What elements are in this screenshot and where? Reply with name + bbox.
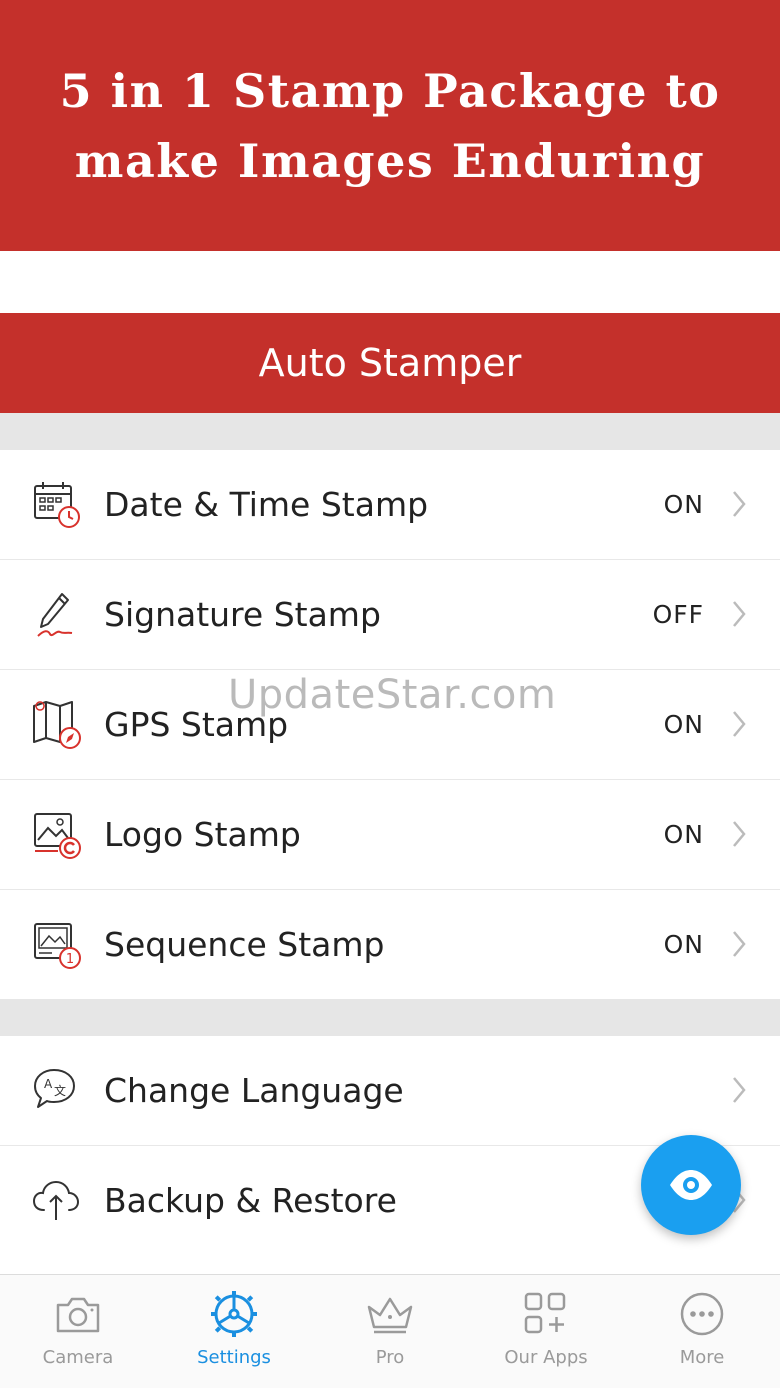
camera-icon — [56, 1297, 100, 1333]
svg-text:A: A — [44, 1077, 53, 1091]
image-copyright-icon — [34, 813, 81, 859]
chevron-right-icon — [733, 711, 746, 737]
apps-grid-icon — [524, 1292, 566, 1334]
chevron-right-icon — [733, 491, 746, 517]
tab-bar: Camera Settings Pro Our Apps More — [0, 1274, 780, 1388]
stamp-list: Date & Time Stamp ON Signature Stamp OFF… — [0, 450, 780, 999]
preview-button[interactable] — [641, 1135, 741, 1235]
tab-label: Pro — [375, 1347, 405, 1368]
svg-text:文: 文 — [54, 1083, 66, 1098]
chevron-right-icon — [733, 821, 746, 847]
nav-bar: Auto Stamper — [0, 313, 780, 413]
change-language-row[interactable]: A 文 Change Language — [0, 1036, 780, 1146]
stamp-status: ON — [663, 820, 704, 849]
tab-label: Settings — [197, 1347, 271, 1368]
settings-label: Change Language — [104, 1071, 404, 1110]
sequence-stamp-row[interactable]: 1 Sequence Stamp ON — [0, 890, 780, 999]
tab-camera[interactable]: Camera — [0, 1275, 156, 1388]
svg-text:1: 1 — [66, 952, 74, 967]
chevron-right-icon — [733, 931, 746, 957]
stamp-status: ON — [663, 710, 704, 739]
chevron-right-icon — [733, 1077, 746, 1103]
promo-banner: 5 in 1 Stamp Package to make Images Endu… — [0, 0, 780, 251]
chevron-right-icon — [733, 601, 746, 627]
promo-headline: 5 in 1 Stamp Package to make Images Endu… — [30, 56, 750, 196]
tab-label: Our Apps — [504, 1347, 588, 1368]
more-dots-icon — [680, 1292, 724, 1336]
stamp-status: ON — [663, 930, 704, 959]
image-number-icon: 1 — [34, 923, 81, 969]
tab-settings[interactable]: Settings — [156, 1275, 312, 1388]
translate-icon: A 文 — [34, 1069, 75, 1108]
eye-icon — [670, 1170, 712, 1200]
settings-label: Backup & Restore — [104, 1181, 397, 1220]
cloud-upload-icon — [32, 1180, 80, 1220]
section-gap — [0, 999, 780, 1036]
stamp-status: OFF — [652, 600, 704, 629]
signature-stamp-row[interactable]: Signature Stamp OFF — [0, 560, 780, 670]
calendar-clock-icon — [34, 482, 80, 528]
settings-wheel-icon — [211, 1291, 257, 1337]
stamp-status: ON — [663, 490, 704, 519]
promo-line-1: 5 in 1 Stamp Package to — [59, 63, 721, 118]
pen-signature-icon — [37, 593, 73, 637]
tab-more[interactable]: More — [624, 1275, 780, 1388]
stamp-label: Sequence Stamp — [104, 925, 385, 964]
page-title: Auto Stamper — [258, 341, 522, 385]
watermark: UpdateStar.com — [228, 672, 557, 718]
stamp-label: Date & Time Stamp — [104, 485, 429, 524]
tab-label: More — [679, 1347, 725, 1368]
crown-icon — [367, 1297, 413, 1334]
stamp-label: Logo Stamp — [104, 815, 301, 854]
logo-stamp-row[interactable]: Logo Stamp ON — [0, 780, 780, 890]
tab-pro[interactable]: Pro — [312, 1275, 468, 1388]
tab-our-apps[interactable]: Our Apps — [468, 1275, 624, 1388]
tab-label: Camera — [42, 1347, 114, 1368]
section-gap — [0, 413, 780, 450]
map-compass-icon — [33, 701, 81, 749]
promo-line-2: make Images Enduring — [74, 133, 706, 188]
date-time-stamp-row[interactable]: Date & Time Stamp ON — [0, 450, 780, 560]
stamp-label: Signature Stamp — [104, 595, 381, 634]
